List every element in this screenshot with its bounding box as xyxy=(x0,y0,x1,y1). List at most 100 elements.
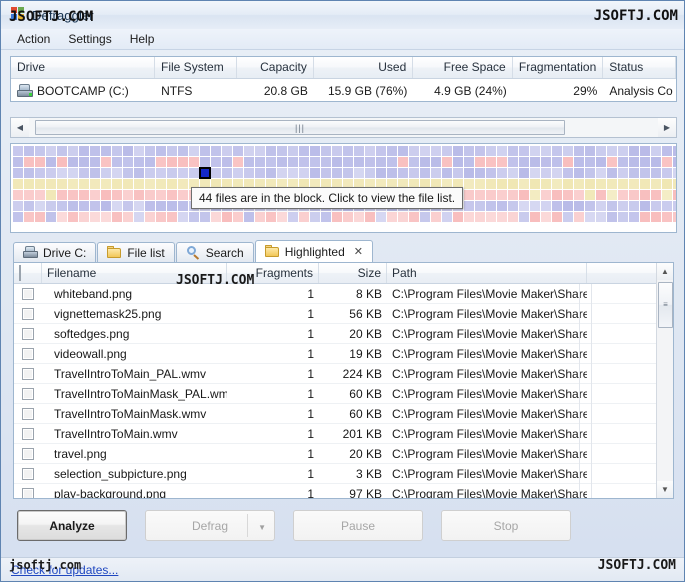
cluster-block[interactable] xyxy=(475,190,485,200)
cluster-block[interactable] xyxy=(596,146,606,156)
cluster-block[interactable] xyxy=(486,201,496,211)
cluster-block[interactable] xyxy=(376,212,386,222)
cluster-map-row[interactable] xyxy=(13,146,676,156)
cluster-block[interactable] xyxy=(310,146,320,156)
cluster-block[interactable] xyxy=(574,168,584,178)
row-checkbox[interactable] xyxy=(22,447,34,460)
cluster-block[interactable] xyxy=(112,212,122,222)
cluster-block[interactable] xyxy=(35,190,45,200)
cluster-block[interactable] xyxy=(13,168,23,178)
cluster-block[interactable] xyxy=(156,201,166,211)
cluster-block[interactable] xyxy=(453,223,463,232)
cluster-block[interactable] xyxy=(233,212,243,222)
cluster-block[interactable] xyxy=(464,146,474,156)
cluster-block[interactable] xyxy=(134,179,144,189)
file-list-scrollbar[interactable]: ▲ ≡ ▼ xyxy=(656,263,673,498)
cluster-block[interactable] xyxy=(277,157,287,167)
cluster-block[interactable] xyxy=(13,201,23,211)
row-checkbox[interactable] xyxy=(22,407,34,420)
cluster-block[interactable] xyxy=(332,212,342,222)
cluster-block[interactable] xyxy=(541,179,551,189)
cluster-block[interactable] xyxy=(475,179,485,189)
cluster-map-row[interactable] xyxy=(13,223,676,232)
cluster-block[interactable] xyxy=(244,212,254,222)
cluster-block[interactable] xyxy=(156,212,166,222)
cluster-block[interactable] xyxy=(112,190,122,200)
cluster-block[interactable] xyxy=(607,190,617,200)
cluster-block[interactable] xyxy=(134,223,144,232)
cluster-block[interactable] xyxy=(211,168,221,178)
cluster-block[interactable] xyxy=(431,168,441,178)
cluster-block[interactable] xyxy=(189,168,199,178)
cluster-block[interactable] xyxy=(123,168,133,178)
cluster-block[interactable] xyxy=(574,190,584,200)
cluster-block[interactable] xyxy=(189,223,199,232)
cluster-block[interactable] xyxy=(442,157,452,167)
table-row[interactable]: softedges.png 1 20 KB C:\Program Files\Movi… xyxy=(14,324,673,344)
cluster-block[interactable] xyxy=(68,212,78,222)
scroll-left-arrow-icon[interactable]: ◀ xyxy=(11,118,29,137)
cluster-block[interactable] xyxy=(79,157,89,167)
cluster-block[interactable] xyxy=(266,157,276,167)
cluster-block[interactable] xyxy=(409,168,419,178)
cluster-block[interactable] xyxy=(574,223,584,232)
cluster-block[interactable] xyxy=(178,223,188,232)
column-header-drive[interactable]: Drive xyxy=(11,57,156,78)
cluster-block[interactable] xyxy=(167,168,177,178)
cluster-block[interactable] xyxy=(618,157,628,167)
cluster-block[interactable] xyxy=(519,168,529,178)
cluster-block[interactable] xyxy=(464,201,474,211)
cluster-block[interactable] xyxy=(431,157,441,167)
cluster-block[interactable] xyxy=(343,168,353,178)
cluster-block[interactable] xyxy=(310,157,320,167)
row-checkbox[interactable] xyxy=(22,307,34,320)
close-icon[interactable]: ✕ xyxy=(354,245,363,258)
cluster-block[interactable] xyxy=(189,157,199,167)
row-checkbox-cell[interactable] xyxy=(14,327,42,340)
cluster-block[interactable] xyxy=(13,223,23,232)
cluster-block[interactable] xyxy=(552,179,562,189)
cluster-block[interactable] xyxy=(24,223,34,232)
cluster-block[interactable] xyxy=(497,190,507,200)
cluster-block[interactable] xyxy=(266,223,276,232)
cluster-block[interactable] xyxy=(167,212,177,222)
cluster-block[interactable] xyxy=(123,146,133,156)
scrollbar-track[interactable]: ||| xyxy=(29,118,658,137)
cluster-block[interactable] xyxy=(90,168,100,178)
cluster-block[interactable] xyxy=(24,157,34,167)
cluster-block[interactable] xyxy=(178,212,188,222)
cluster-block[interactable] xyxy=(46,223,56,232)
row-checkbox[interactable] xyxy=(22,467,34,480)
cluster-block[interactable] xyxy=(486,190,496,200)
cluster-block[interactable] xyxy=(475,146,485,156)
cluster-block[interactable] xyxy=(90,146,100,156)
cluster-block[interactable] xyxy=(673,190,676,200)
row-checkbox-cell[interactable] xyxy=(14,307,42,320)
cluster-block[interactable] xyxy=(79,201,89,211)
cluster-block[interactable] xyxy=(299,168,309,178)
cluster-block[interactable] xyxy=(46,168,56,178)
cluster-block[interactable] xyxy=(596,190,606,200)
cluster-block[interactable] xyxy=(343,223,353,232)
cluster-block[interactable] xyxy=(651,212,661,222)
cluster-block[interactable] xyxy=(464,168,474,178)
row-checkbox[interactable] xyxy=(22,287,34,300)
cluster-block[interactable] xyxy=(673,168,676,178)
cluster-block[interactable] xyxy=(640,168,650,178)
column-header-filename[interactable]: Filename xyxy=(42,263,227,283)
table-row[interactable]: vignettemask25.png 1 56 KB C:\Program Files… xyxy=(14,304,673,324)
cluster-block[interactable] xyxy=(90,201,100,211)
cluster-block[interactable] xyxy=(13,146,23,156)
column-header-capacity[interactable]: Capacity xyxy=(237,57,314,78)
cluster-block[interactable] xyxy=(13,179,23,189)
column-header-path[interactable]: Path xyxy=(387,263,587,283)
cluster-block[interactable] xyxy=(530,157,540,167)
cluster-block[interactable] xyxy=(24,190,34,200)
cluster-block[interactable] xyxy=(123,190,133,200)
cluster-block[interactable] xyxy=(255,212,265,222)
cluster-block[interactable] xyxy=(145,157,155,167)
cluster-block[interactable] xyxy=(101,157,111,167)
cluster-block[interactable] xyxy=(46,157,56,167)
cluster-block[interactable] xyxy=(299,146,309,156)
tab-drive-c[interactable]: Drive C: xyxy=(13,242,97,262)
